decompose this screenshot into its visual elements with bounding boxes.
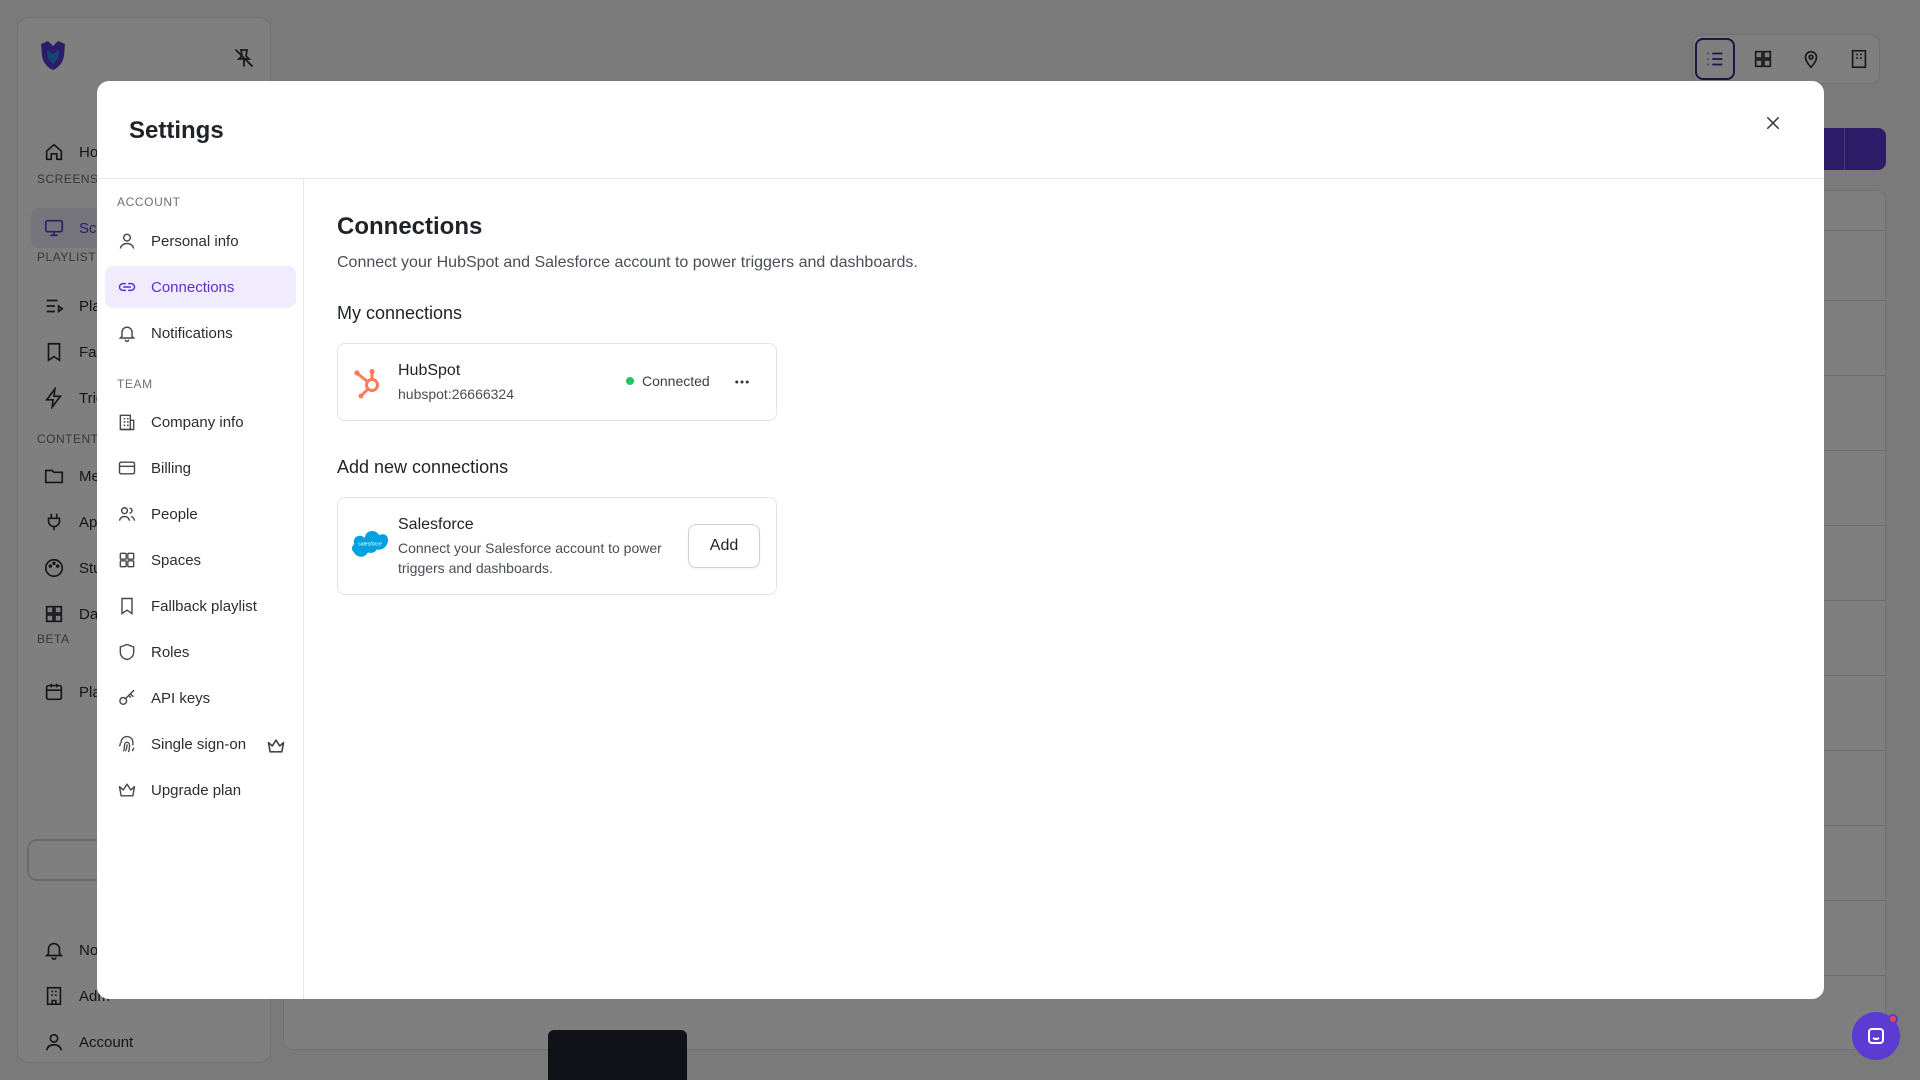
user-icon: [119, 233, 135, 249]
hubspot-account-id: hubspot:26666324: [398, 386, 514, 402]
sidebar-item-label: Connections: [151, 278, 235, 296]
sidebar-item-label: Personal info: [151, 232, 239, 250]
sidebar-item-notifications[interactable]: Notifications: [105, 312, 296, 354]
sidebar-item-company-info[interactable]: Company info: [105, 401, 296, 443]
sidebar-item-upgrade-plan[interactable]: Upgrade plan: [105, 769, 296, 811]
chat-launcher-button[interactable]: [1852, 1012, 1900, 1060]
users-icon: [118, 507, 136, 521]
salesforce-logo-text: salesforce: [358, 542, 382, 548]
sidebar-item-api-keys[interactable]: API keys: [105, 677, 296, 719]
sidebar-section-team: TEAM: [117, 377, 153, 391]
hubspot-connection-card: HubSpot hubspot:26666324 Connected: [337, 343, 777, 421]
sidebar-item-label: Roles: [151, 643, 190, 661]
bell-icon: [118, 326, 136, 342]
building-icon: [119, 414, 135, 431]
sidebar-item-label: Spaces: [151, 551, 202, 569]
sidebar-item-people[interactable]: People: [105, 493, 296, 535]
sidebar-item-label: API keys: [151, 689, 211, 707]
my-connections-heading: My connections: [337, 303, 463, 323]
sidebar-item-roles[interactable]: Roles: [105, 631, 296, 673]
settings-sidebar: ACCOUNT Personal info Connections Notifi…: [97, 179, 304, 999]
grid-icon: [119, 552, 135, 568]
fingerprint-icon: [118, 735, 135, 753]
salesforce-description-line1: Connect your Salesforce account to power: [398, 540, 662, 556]
sidebar-item-label: Fallback playlist: [151, 597, 257, 615]
connection-status: Connected: [626, 373, 710, 389]
sidebar-item-label: Notifications: [151, 324, 233, 342]
sidebar-item-personal-info[interactable]: Personal info: [105, 220, 296, 262]
bookmark-icon: [121, 597, 133, 615]
link-icon: [118, 282, 136, 292]
salesforce-logo-icon: salesforce: [352, 531, 388, 557]
sidebar-item-billing[interactable]: Billing: [105, 447, 296, 489]
sidebar-item-label: Upgrade plan: [151, 781, 242, 799]
salesforce-connection-card: salesforce Salesforce Connect your Sales…: [337, 497, 777, 595]
connections-panel: Connections Connect your HubSpot and Sal…: [337, 179, 1797, 979]
sidebar-item-single-sign-on[interactable]: Single sign-on: [105, 723, 296, 765]
add-salesforce-button[interactable]: Add: [688, 524, 760, 568]
settings-modal: Settings ACCOUNT Personal info Connectio…: [97, 81, 1824, 999]
credit-card-icon: [118, 461, 136, 475]
add-connections-heading: Add new connections: [337, 457, 509, 477]
close-button[interactable]: [1759, 109, 1787, 137]
modal-title: Settings: [129, 117, 224, 144]
shield-icon: [119, 643, 135, 661]
modal-header: Settings: [97, 81, 1824, 179]
chat-icon: [1868, 1028, 1884, 1044]
crown-icon: [118, 783, 136, 797]
hubspot-logo-icon: [354, 368, 379, 399]
sidebar-item-label: People: [151, 505, 198, 523]
sidebar-item-label: Single sign-on: [151, 735, 247, 753]
key-icon: [119, 689, 135, 705]
more-options-button[interactable]: [728, 368, 756, 396]
page-subtitle: Connect your HubSpot and Salesforce acco…: [337, 254, 918, 271]
sidebar-item-fallback-playlist[interactable]: Fallback playlist: [105, 585, 296, 627]
sidebar-section-account: ACCOUNT: [117, 195, 181, 209]
unread-badge: [1888, 1014, 1898, 1024]
close-icon: [1767, 117, 1779, 129]
status-dot: [626, 377, 634, 385]
crown-icon: [267, 739, 285, 753]
sidebar-item-label: Billing: [151, 459, 192, 477]
sidebar-item-connections[interactable]: Connections: [105, 266, 296, 308]
salesforce-description-line2: triggers and dashboards.: [398, 560, 553, 576]
more-horizontal-icon: [735, 380, 749, 384]
page-title: Connections: [337, 213, 483, 240]
status-badge: Connected: [642, 373, 710, 389]
hubspot-name: HubSpot: [398, 362, 461, 379]
sidebar-item-spaces[interactable]: Spaces: [105, 539, 296, 581]
salesforce-name: Salesforce: [398, 516, 474, 533]
sidebar-item-label: Company info: [151, 413, 244, 431]
